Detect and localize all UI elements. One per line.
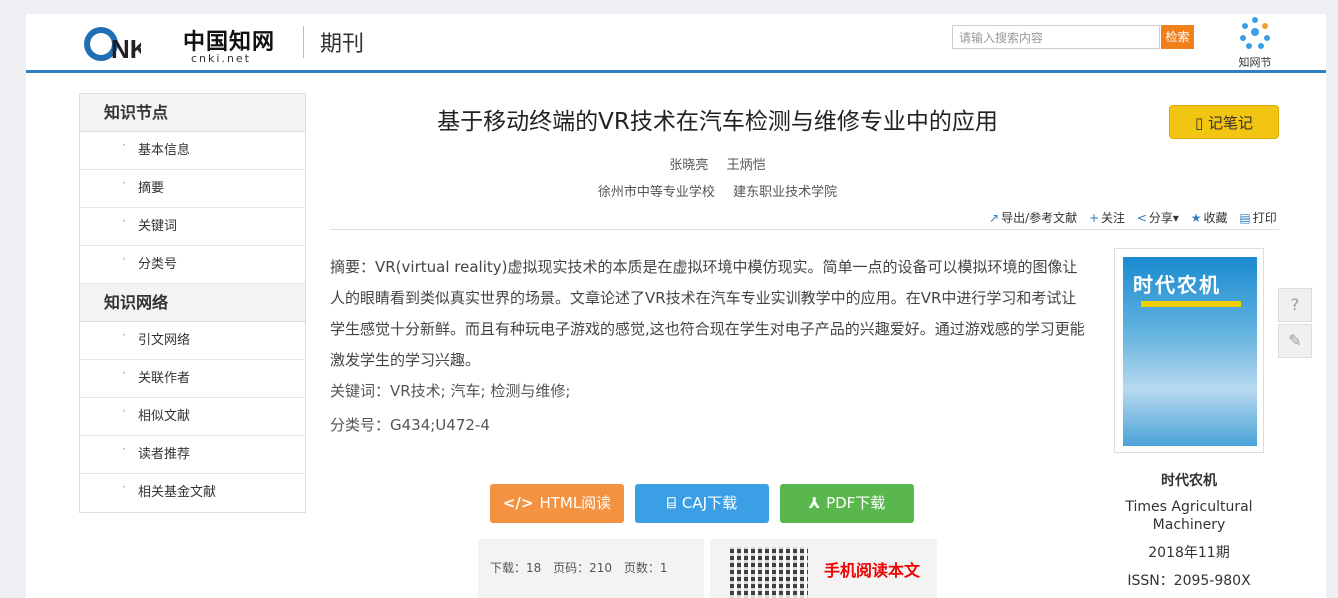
svg-text:NKi: NKi xyxy=(111,34,141,64)
sidebar-item-label: 关键词 xyxy=(138,219,178,234)
star-icon: ★ xyxy=(1190,211,1202,225)
sidebar-item-similar-docs[interactable]: · 相似文献 xyxy=(80,398,305,436)
printer-icon: ▤ xyxy=(1239,211,1251,225)
qr-code-pattern xyxy=(730,547,808,598)
bullet-icon: · xyxy=(122,480,126,494)
follow-tool[interactable]: + 关注 xyxy=(1089,211,1125,225)
sidebar-item-label: 相似文献 xyxy=(138,409,191,424)
journal-name-en: Times Agricultural Machinery xyxy=(1125,499,1253,533)
article-stats: 下载：18 页码：210 页数：1 xyxy=(478,539,704,598)
section-title[interactable]: 期刊 xyxy=(320,26,364,58)
journal-info: 时代农机 Times Agricultural Machinery 2018年1… xyxy=(1114,470,1264,590)
journal-name-cn[interactable]: 时代农机 xyxy=(1114,470,1264,490)
caj-download-button[interactable]: ⌸ CAJ下载 xyxy=(635,484,769,523)
pdf-icon: ⅄ xyxy=(808,494,821,512)
sidebar-item-classification[interactable]: · 分类号 xyxy=(80,246,305,284)
favorite-label: 收藏 xyxy=(1203,211,1228,225)
logo-domain-text: cnki.net xyxy=(191,52,251,65)
sidebar-item-reader-recommend[interactable]: · 读者推荐 xyxy=(80,436,305,474)
sidebar-item-label: 基本信息 xyxy=(138,143,191,158)
sidebar-item-label: 分类号 xyxy=(138,257,178,272)
sidebar-item-label: 读者推荐 xyxy=(138,447,191,462)
cnki-globe-icon: NKi xyxy=(84,27,156,64)
export-label: 导出/参考文献 xyxy=(1001,211,1078,225)
organization-link[interactable]: 建东职业技术学院 xyxy=(733,185,837,200)
bullet-icon: · xyxy=(122,404,126,418)
cover-stripe xyxy=(1141,301,1241,307)
organization-link[interactable]: 徐州市中等专业学校 xyxy=(598,185,715,200)
export-icon: ↗ xyxy=(989,211,1000,225)
abstract-text: 摘要：VR(virtual reality)虚拟现实技术的本质是在虚拟环境中模仿… xyxy=(330,258,1085,369)
caj-download-label: CAJ下载 xyxy=(681,494,738,512)
mobile-read-label: 手机阅读本文 xyxy=(824,561,921,580)
bullet-icon: · xyxy=(122,214,126,228)
cover-title: 时代农机 xyxy=(1133,273,1221,297)
sidebar-group-title: 知识网络 xyxy=(80,284,305,322)
sidebar-item-basic-info[interactable]: · 基本信息 xyxy=(80,132,305,170)
bullet-icon: · xyxy=(122,138,126,152)
keywords-line: 关键词：VR技术; 汽车; 检测与维修; xyxy=(330,382,571,400)
take-note-label: 记笔记 xyxy=(1208,114,1254,132)
page-range: 页码：210 xyxy=(553,561,613,575)
plus-icon: + xyxy=(1088,211,1099,225)
search-button[interactable]: 检索 xyxy=(1161,25,1194,49)
sidebar-item-label: 引文网络 xyxy=(138,333,191,348)
edit-pencil-icon[interactable]: ✎ xyxy=(1278,324,1312,358)
bullet-icon: · xyxy=(122,328,126,342)
header-divider xyxy=(303,26,304,58)
book-icon: ⌸ xyxy=(666,494,676,512)
pdf-download-label: PDF下载 xyxy=(826,494,886,512)
cnki-logo[interactable]: NKi 中国知网 cnki.net xyxy=(81,20,281,66)
sidebar-item-label: 关联作者 xyxy=(138,371,191,386)
title-divider xyxy=(330,229,1279,230)
organization-list: 徐州市中等专业学校 建东职业技术学院 xyxy=(330,181,1105,200)
pdf-download-button[interactable]: ⅄ PDF下载 xyxy=(780,484,914,523)
sidebar-item-abstract[interactable]: · 摘要 xyxy=(80,170,305,208)
journal-cover-image: 时代农机 xyxy=(1123,257,1257,446)
follow-label: 关注 xyxy=(1101,211,1126,225)
code-icon: </> xyxy=(502,494,534,512)
sidebar-item-citation-network[interactable]: · 引文网络 xyxy=(80,322,305,360)
bullet-icon: · xyxy=(122,176,126,190)
bullet-icon: · xyxy=(122,442,126,456)
bullet-icon: · xyxy=(122,366,126,380)
print-label: 打印 xyxy=(1252,211,1277,225)
knowledge-sidebar: 知识节点 · 基本信息 · 摘要 · 关键词 · 分类号 知识网络 · 引文网络 · 关联作… xyxy=(79,93,306,513)
sidebar-item-label: 摘要 xyxy=(138,181,165,196)
journal-issue[interactable]: 2018年11期 xyxy=(1114,542,1264,562)
sidebar-item-fund-docs[interactable]: · 相关基金文献 xyxy=(80,474,305,512)
author-link[interactable]: 王炳恺 xyxy=(727,158,766,173)
sidebar-item-label: 相关基金文献 xyxy=(138,485,217,500)
html-read-button[interactable]: </> HTML阅读 xyxy=(490,484,624,523)
classification-line: 分类号：G434;U472-4 xyxy=(330,416,490,434)
take-note-button[interactable]: ▯ 记笔记 xyxy=(1169,105,1279,139)
article-title: 基于移动终端的VR技术在汽车检测与维修专业中的应用 xyxy=(437,109,998,135)
favorite-tool[interactable]: ★ 收藏 xyxy=(1191,211,1228,225)
export-tool[interactable]: ↗ 导出/参考文献 xyxy=(989,211,1077,225)
search-input[interactable]: 请输入搜索内容 xyxy=(952,25,1160,49)
zhiwangjie-label: 知网节 xyxy=(1238,56,1272,69)
sidebar-group-title: 知识节点 xyxy=(80,94,305,132)
mobile-read-panel[interactable]: 手机阅读本文 xyxy=(710,539,937,598)
share-tool[interactable]: < 分享▾ xyxy=(1137,211,1179,225)
page-count: 页数：1 xyxy=(623,561,668,575)
journal-cover-frame[interactable]: 时代农机 xyxy=(1114,248,1264,453)
journal-issn: ISSN：2095-980X xyxy=(1127,573,1251,589)
article-toolbar: ↗ 导出/参考文献 + 关注 < 分享▾ ★ 收藏 ▤ 打印 xyxy=(981,209,1277,226)
author-list: 张晓亮 王炳恺 xyxy=(330,154,1105,173)
sidebar-item-keywords[interactable]: · 关键词 xyxy=(80,208,305,246)
download-count: 下载：18 xyxy=(490,561,542,575)
feedback-chat-icon[interactable]: ? xyxy=(1278,288,1312,322)
share-label: 分享 xyxy=(1148,211,1173,225)
bullet-icon: · xyxy=(122,252,126,266)
print-tool[interactable]: ▤ 打印 xyxy=(1239,211,1276,225)
sidebar-item-related-authors[interactable]: · 关联作者 xyxy=(80,360,305,398)
author-link[interactable]: 张晓亮 xyxy=(669,158,708,173)
top-bar: NKi 中国知网 cnki.net 期刊 请输入搜索内容 检索 知网节 xyxy=(26,14,1326,73)
note-icon: ▯ xyxy=(1194,114,1208,132)
html-read-label: HTML阅读 xyxy=(539,494,612,512)
page: NKi 中国知网 cnki.net 期刊 请输入搜索内容 检索 知网节 知识节点… xyxy=(26,14,1326,598)
share-icon: < xyxy=(1136,211,1147,225)
